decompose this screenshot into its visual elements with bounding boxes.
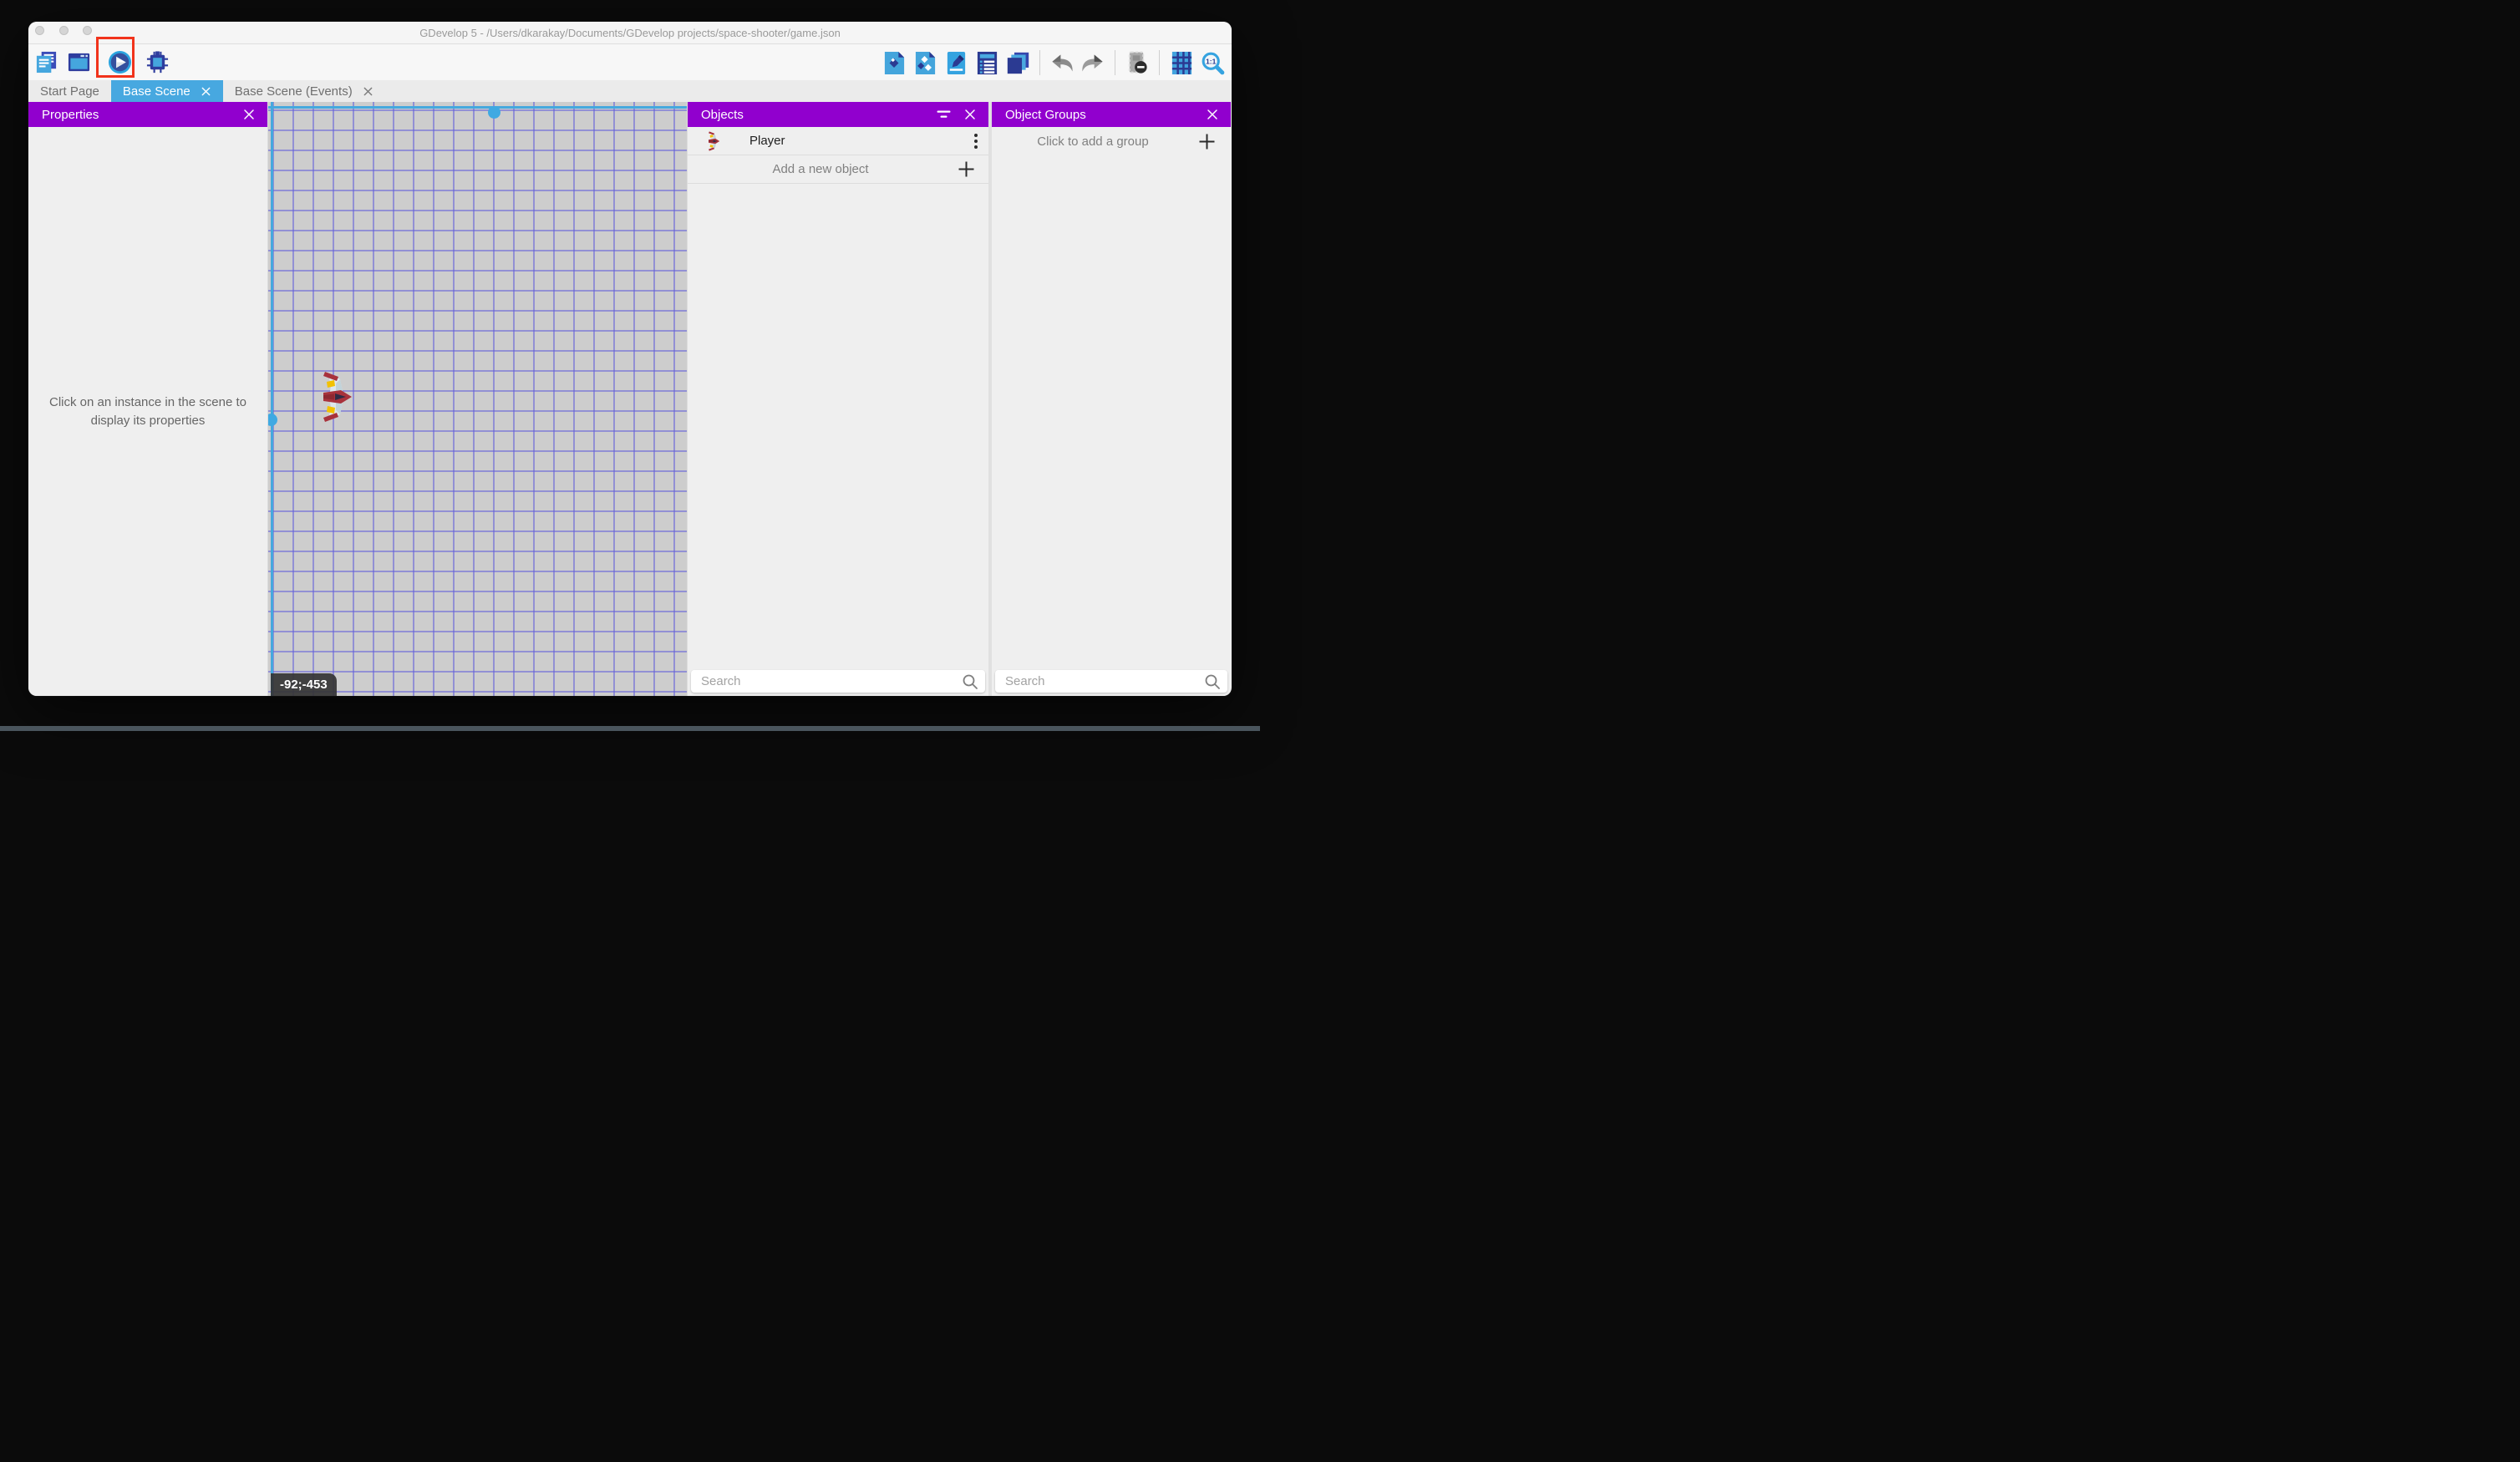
player-instance[interactable] bbox=[318, 371, 353, 423]
add-group-row[interactable]: Click to add a group bbox=[992, 127, 1231, 155]
add-new-object-row[interactable]: Add a new object bbox=[688, 155, 988, 184]
add-group-button[interactable] bbox=[1194, 133, 1219, 150]
tab-base-scene-events[interactable]: Base Scene (Events) bbox=[223, 80, 385, 102]
properties-icon bbox=[944, 51, 968, 75]
properties-empty-message: Click on an instance in the scene to dis… bbox=[47, 393, 249, 430]
filter-objects-button[interactable] bbox=[933, 104, 953, 124]
toolbar-separator bbox=[1159, 50, 1160, 75]
undo-button[interactable] bbox=[1049, 51, 1075, 75]
object-groups-panel: Object Groups Click to add a group bbox=[992, 102, 1231, 696]
close-panel-button[interactable] bbox=[1202, 104, 1222, 124]
objects-search-input[interactable] bbox=[701, 674, 962, 688]
toolbar-separator bbox=[1039, 50, 1040, 75]
groups-search-bar bbox=[995, 670, 1227, 693]
objects-panel: Objects Player bbox=[687, 102, 988, 696]
game-window-left-handle[interactable] bbox=[267, 414, 277, 426]
open-layers-button[interactable] bbox=[1005, 51, 1030, 75]
close-panel-button[interactable] bbox=[960, 104, 980, 124]
close-icon bbox=[1207, 109, 1218, 120]
close-tab-icon[interactable] bbox=[363, 86, 373, 97]
tab-bar: Start Page Base Scene Base Scene (Events… bbox=[28, 80, 1232, 102]
gdevelop-window: GDevelop 5 - /Users/dkarakay/Documents/G… bbox=[28, 22, 1232, 696]
open-instances-list-button[interactable] bbox=[974, 51, 999, 75]
zoom-window-button[interactable] bbox=[83, 26, 92, 35]
add-new-object-label: Add a new object bbox=[688, 162, 953, 176]
objects-panel-header: Objects bbox=[688, 102, 988, 127]
zoom-original-button[interactable]: 1:1 bbox=[1200, 51, 1225, 75]
debug-button[interactable] bbox=[145, 50, 170, 74]
tab-base-scene[interactable]: Base Scene bbox=[111, 80, 223, 102]
minimize-window-button[interactable] bbox=[59, 26, 69, 35]
desktop-bottom-strip bbox=[0, 726, 1260, 731]
groups-search-input[interactable] bbox=[1005, 674, 1204, 688]
object-menu-button[interactable] bbox=[963, 133, 988, 150]
objects-editor-icon bbox=[882, 51, 907, 75]
plus-icon bbox=[1198, 133, 1216, 150]
cursor-coordinates-badge: -92;-453 bbox=[271, 673, 337, 696]
open-properties-button[interactable] bbox=[943, 51, 968, 75]
title-bar: GDevelop 5 - /Users/dkarakay/Documents/G… bbox=[28, 22, 1232, 44]
redo-button[interactable] bbox=[1080, 51, 1105, 75]
close-window-button[interactable] bbox=[35, 26, 44, 35]
toggle-grid-button[interactable] bbox=[1169, 51, 1194, 75]
open-object-groups-editor-button[interactable] bbox=[912, 51, 937, 75]
scene-window-button[interactable] bbox=[66, 50, 91, 74]
game-window-top-handle[interactable] bbox=[488, 106, 500, 119]
panel-title: Object Groups bbox=[1005, 108, 1086, 122]
properties-panel: Properties Click on an instance in the s… bbox=[28, 102, 267, 696]
add-object-button[interactable] bbox=[953, 160, 978, 178]
tab-label: Base Scene bbox=[123, 84, 191, 99]
scene-window-icon bbox=[67, 50, 91, 74]
open-objects-editor-button[interactable] bbox=[881, 51, 907, 75]
object-groups-panel-header: Object Groups bbox=[992, 102, 1231, 127]
svg-text:1:1: 1:1 bbox=[1206, 57, 1217, 65]
project-manager-button[interactable] bbox=[33, 50, 58, 74]
search-icon[interactable] bbox=[1204, 673, 1221, 690]
tab-start-page[interactable]: Start Page bbox=[28, 80, 111, 102]
scene-canvas[interactable]: -92;-453 bbox=[267, 102, 687, 696]
zoom-1-1-icon: 1:1 bbox=[1201, 51, 1225, 75]
objects-search-bar bbox=[691, 670, 985, 693]
kebab-menu-icon bbox=[973, 133, 978, 150]
window-mask-icon bbox=[1125, 51, 1150, 75]
properties-panel-header: Properties bbox=[28, 102, 267, 127]
instances-list-icon bbox=[975, 51, 999, 75]
grid-icon bbox=[1170, 51, 1194, 75]
redo-icon bbox=[1080, 51, 1105, 75]
tab-label: Start Page bbox=[40, 84, 99, 99]
start-preview-button[interactable] bbox=[107, 50, 132, 74]
add-group-label: Click to add a group bbox=[992, 135, 1194, 149]
close-panel-button[interactable] bbox=[239, 104, 259, 124]
search-icon[interactable] bbox=[962, 673, 978, 690]
window-title: GDevelop 5 - /Users/dkarakay/Documents/G… bbox=[28, 27, 1232, 39]
object-groups-editor-icon bbox=[913, 51, 937, 75]
panel-title: Properties bbox=[42, 108, 99, 122]
close-icon bbox=[964, 109, 976, 120]
tab-label: Base Scene (Events) bbox=[235, 84, 353, 99]
toggle-window-mask-button[interactable] bbox=[1125, 51, 1150, 75]
project-manager-icon bbox=[34, 50, 58, 74]
traffic-lights bbox=[35, 26, 92, 35]
filter-icon bbox=[937, 110, 951, 119]
main-toolbar: 1:1 bbox=[28, 44, 1232, 80]
player-object-thumbnail bbox=[706, 131, 720, 151]
object-list-item-player[interactable]: Player bbox=[688, 127, 988, 155]
start-preview-icon bbox=[108, 50, 132, 74]
plus-icon bbox=[958, 160, 975, 178]
close-icon bbox=[243, 109, 255, 120]
game-window-top-border bbox=[268, 106, 687, 109]
undo-icon bbox=[1049, 51, 1075, 75]
panel-title: Objects bbox=[701, 108, 744, 122]
object-name: Player bbox=[749, 134, 963, 148]
game-window-left-border bbox=[271, 102, 273, 696]
debug-icon bbox=[145, 50, 170, 74]
close-tab-icon[interactable] bbox=[201, 86, 211, 97]
layers-icon bbox=[1006, 51, 1030, 75]
